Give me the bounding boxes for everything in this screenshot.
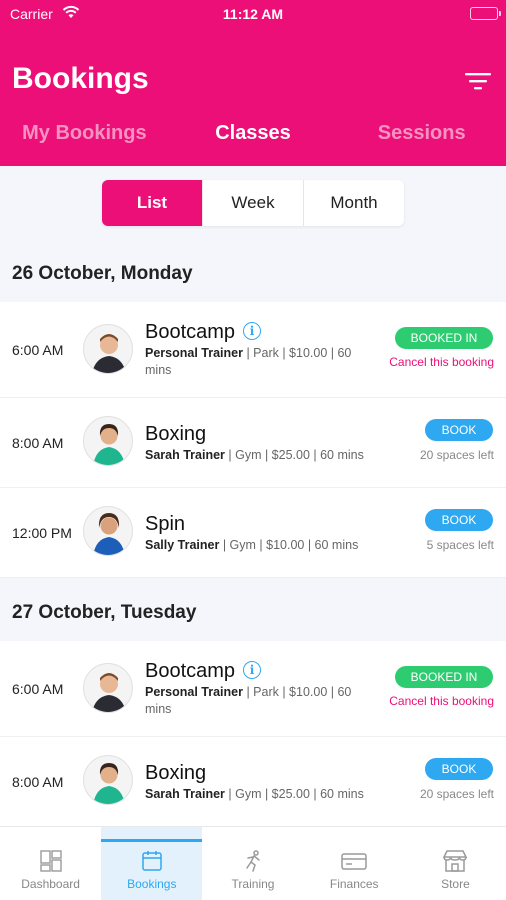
bottom-nav: Dashboard Bookings Training Finances Sto… xyxy=(0,826,506,900)
trainer-avatar xyxy=(83,663,133,713)
class-time: 12:00 PM xyxy=(12,525,72,541)
view-list-button[interactable]: List xyxy=(102,180,202,226)
nav-finances-label: Finances xyxy=(329,877,379,891)
class-row[interactable]: 8:00 AM Boxing Sarah Trainer | Gym | $25… xyxy=(0,398,506,488)
app-header: Carrier 11:12 AM Bookings My Bookings Cl… xyxy=(0,0,506,166)
class-time: 8:00 AM xyxy=(12,774,64,790)
battery-icon xyxy=(470,7,501,20)
view-week-button[interactable]: Week xyxy=(202,180,303,226)
class-details: Sarah Trainer | Gym | $25.00 | 60 mins xyxy=(145,448,364,462)
class-time: 6:00 AM xyxy=(12,681,64,697)
nav-dashboard[interactable]: Dashboard xyxy=(0,827,101,900)
booked-in-badge[interactable]: BOOKED IN xyxy=(395,327,493,349)
class-name: Boxing xyxy=(145,762,207,784)
class-time: 8:00 AM xyxy=(12,435,64,451)
nav-bookings[interactable]: Bookings xyxy=(101,827,203,900)
nav-store-label: Store xyxy=(441,877,470,891)
class-name: Boxing xyxy=(145,423,207,445)
nav-finances[interactable]: Finances xyxy=(304,827,405,900)
class-name: Bootcamp i xyxy=(145,660,262,683)
class-name: Spin xyxy=(145,513,186,535)
spaces-left: 20 spaces left xyxy=(419,787,494,801)
trainer-avatar xyxy=(83,755,133,805)
class-details: Personal Trainer | Park | $10.00 | 60 mi… xyxy=(145,685,352,716)
trainer-avatar xyxy=(83,324,133,374)
class-details: Sarah Trainer | Gym | $25.00 | 60 mins xyxy=(145,787,364,801)
book-button[interactable]: BOOK xyxy=(425,509,493,531)
info-icon[interactable]: i xyxy=(243,661,262,679)
trainer-avatar xyxy=(83,506,133,556)
trainer-avatar xyxy=(83,416,133,466)
nav-training-label: Training xyxy=(231,877,275,891)
book-button[interactable]: BOOK xyxy=(425,419,493,441)
class-name: Bootcamp i xyxy=(145,321,262,344)
page-title: Bookings xyxy=(12,62,149,95)
top-tabs: My Bookings Classes Sessions xyxy=(0,122,506,156)
class-row[interactable]: 6:00 AM Bootcamp i Personal Trainer | Par… xyxy=(0,302,506,398)
tab-my-bookings[interactable]: My Bookings xyxy=(0,122,169,156)
spaces-left: 5 spaces left xyxy=(426,538,494,552)
date-header: 27 October, Tuesday xyxy=(12,602,197,623)
tab-classes[interactable]: Classes xyxy=(169,122,338,156)
nav-training[interactable]: Training xyxy=(202,827,303,900)
date-header: 26 October, Monday xyxy=(12,263,193,284)
clock: 11:12 AM xyxy=(222,6,284,22)
view-toggle: List Week Month xyxy=(102,180,404,226)
dashboard-icon xyxy=(39,850,62,872)
class-row[interactable]: 12:00 PM Spin Sally Trainer | Gym | $10.… xyxy=(0,488,506,578)
filter-icon[interactable] xyxy=(464,70,492,92)
class-details: Sally Trainer | Gym | $10.00 | 60 mins xyxy=(145,538,359,552)
nav-store[interactable]: Store xyxy=(405,827,506,900)
info-icon[interactable]: i xyxy=(243,322,262,340)
card-icon xyxy=(341,853,367,870)
spaces-left: 20 spaces left xyxy=(419,448,494,462)
running-icon xyxy=(246,850,260,872)
cancel-booking-link[interactable]: Cancel this booking xyxy=(389,694,494,708)
class-row[interactable]: 8:00 AM Boxing Sarah Trainer | Gym | $25… xyxy=(0,737,506,826)
booked-in-badge[interactable]: BOOKED IN xyxy=(395,666,493,688)
nav-bookings-label: Bookings xyxy=(127,877,177,891)
class-row[interactable]: 6:00 AM Bootcamp i Personal Trainer | Par… xyxy=(0,641,506,737)
tab-sessions[interactable]: Sessions xyxy=(337,122,506,156)
view-month-button[interactable]: Month xyxy=(303,180,404,226)
class-time: 6:00 AM xyxy=(12,342,64,358)
calendar-icon xyxy=(142,851,162,871)
cancel-booking-link[interactable]: Cancel this booking xyxy=(389,355,494,369)
nav-dashboard-label: Dashboard xyxy=(21,877,80,891)
status-bar: Carrier 11:12 AM xyxy=(0,0,506,28)
class-details: Personal Trainer | Park | $10.00 | 60 mi… xyxy=(145,346,352,377)
store-icon xyxy=(443,850,468,872)
book-button[interactable]: BOOK xyxy=(425,758,493,780)
